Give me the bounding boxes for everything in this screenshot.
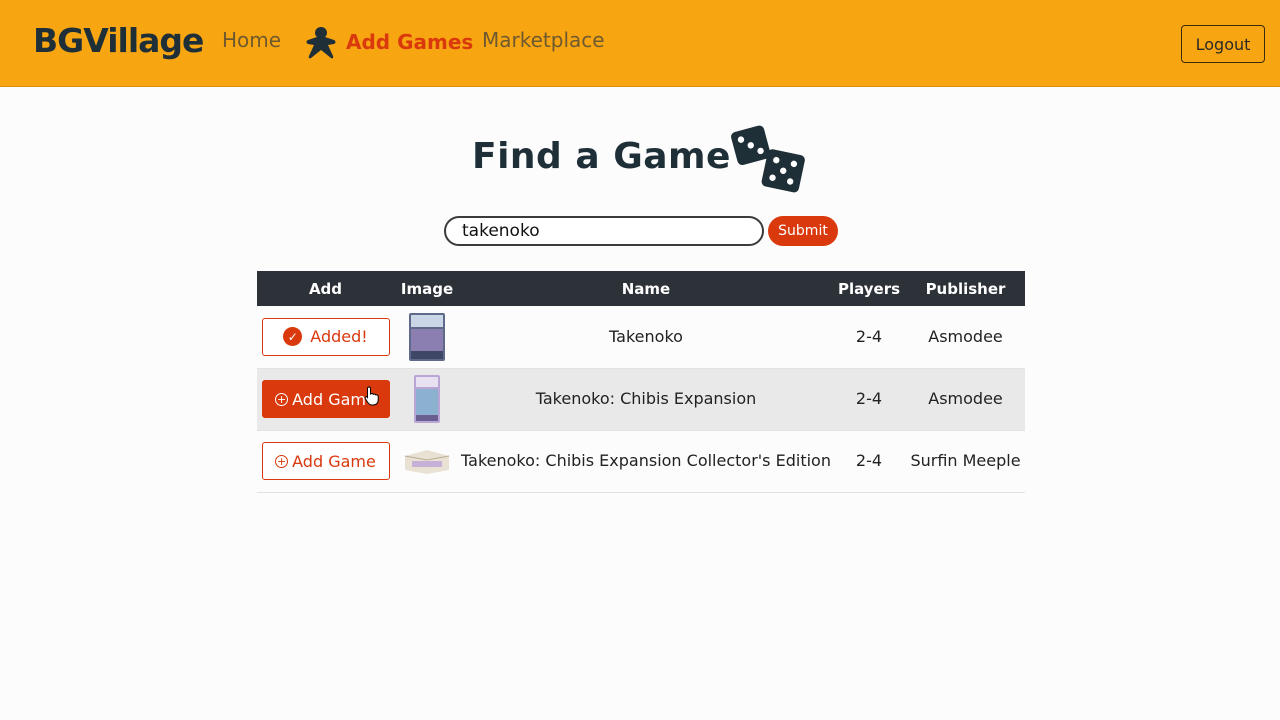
game-publisher: Surfin Meeple: [906, 430, 1025, 493]
game-name: Takenoko: Chibis Expansion Collector's E…: [460, 430, 832, 493]
header-name: Name: [460, 271, 832, 306]
add-game-label: Add Game: [292, 451, 376, 471]
image-cell: [394, 430, 460, 493]
table-header-row: Add Image Name Players Publisher: [257, 271, 1025, 306]
header-image: Image: [394, 271, 460, 306]
results-table: Add Image Name Players Publisher ✓ Added…: [257, 271, 1025, 493]
nav-add-games-link[interactable]: Add Games: [303, 24, 473, 60]
image-cell: [394, 368, 460, 431]
game-box-icon: [414, 375, 440, 423]
added-label: Added!: [310, 327, 368, 347]
brand-logo[interactable]: BGVillage: [33, 21, 204, 60]
add-game-button[interactable]: + Add Game: [261, 442, 390, 480]
game-name: Takenoko: [460, 306, 832, 369]
header-publisher: Publisher: [906, 271, 1025, 306]
page-heading: Find a Game: [0, 120, 1280, 200]
page-title: Find a Game: [472, 136, 731, 177]
table-row: ✓ Added! Takenoko 2-4 Asmodee: [257, 306, 1025, 369]
plus-circle-icon: +: [275, 454, 289, 468]
search-input[interactable]: [444, 216, 764, 246]
header-players: Players: [832, 271, 906, 306]
top-navbar: BGVillage Home Add Games Marketplace Log…: [0, 0, 1280, 87]
game-name: Takenoko: Chibis Expansion: [460, 368, 832, 431]
add-cell: ✓ Added!: [257, 306, 394, 369]
meeple-icon: [306, 27, 336, 59]
logout-button[interactable]: Logout: [1181, 25, 1265, 63]
check-circle-icon: ✓: [283, 327, 303, 347]
image-cell: [394, 306, 460, 369]
game-players: 2-4: [832, 430, 906, 493]
table-row: + Add Game Takenoko: Chibis Expansion Co…: [257, 430, 1025, 493]
add-cell: + Add Game: [257, 430, 394, 493]
game-publisher: Asmodee: [906, 368, 1025, 431]
nav-marketplace-link[interactable]: Marketplace: [482, 28, 605, 52]
game-publisher: Asmodee: [906, 306, 1025, 369]
submit-button[interactable]: Submit: [768, 216, 838, 246]
hand-cursor-icon: [364, 386, 379, 406]
game-players: 2-4: [832, 306, 906, 369]
nav-home-link[interactable]: Home: [222, 28, 281, 52]
added-button[interactable]: ✓ Added!: [261, 317, 390, 356]
game-box-icon: [404, 450, 450, 474]
dice-icon: [731, 125, 805, 193]
nav-add-games-label: Add Games: [346, 30, 474, 54]
game-players: 2-4: [832, 368, 906, 431]
plus-circle-icon: +: [275, 392, 289, 406]
header-add: Add: [257, 271, 394, 306]
game-box-icon: [409, 312, 445, 361]
